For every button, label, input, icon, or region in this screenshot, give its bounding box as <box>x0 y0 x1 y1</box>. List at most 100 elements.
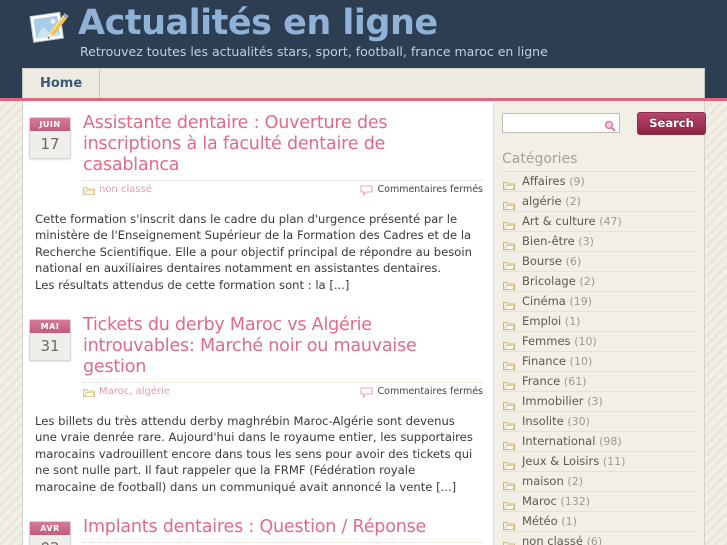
post-header: Assistante dentaire : Ouverture des insc… <box>83 113 483 202</box>
category-item[interactable]: Immobilier (3) <box>502 392 696 412</box>
category-count: (10) <box>569 355 593 368</box>
sidebar: Search Catégories Affaires (9) algérie (… <box>493 101 706 545</box>
post-category-link[interactable]: Maroc, algérie <box>83 386 170 398</box>
category-item[interactable]: Jeux & Loisirs (11) <box>502 452 696 472</box>
search-widget: Search <box>502 112 706 135</box>
folder-icon <box>503 397 516 410</box>
folder-icon <box>503 457 516 470</box>
post-comments-status: Commentaires fermés <box>359 184 484 197</box>
category-name: algérie <box>522 194 562 208</box>
post-date-day: 17 <box>40 135 60 153</box>
magnifier-icon <box>604 117 616 132</box>
folder-icon <box>83 186 96 195</box>
category-item[interactable]: Insolite (30) <box>502 412 696 432</box>
category-item[interactable]: non classé (6) <box>502 532 696 545</box>
post-category-label: non classé <box>99 184 152 195</box>
category-item[interactable]: algérie (2) <box>502 192 696 212</box>
category-name: Emploi <box>522 314 562 328</box>
category-count: (9) <box>569 175 585 188</box>
category-count: (2) <box>565 195 581 208</box>
category-item[interactable]: Bricolage (2) <box>502 272 696 292</box>
category-item[interactable]: maison (2) <box>502 472 696 492</box>
right-stripe-edge <box>704 101 727 545</box>
category-name: Maroc <box>522 494 557 508</box>
category-item[interactable]: Météo (1) <box>502 512 696 532</box>
folder-icon <box>503 277 516 290</box>
post-meta: Maroc, algérie Commentaires fermés <box>83 382 483 404</box>
category-item[interactable]: Affaires (9) <box>502 172 696 192</box>
post-comments-label: Commentaires fermés <box>377 184 484 195</box>
folder-icon <box>503 217 516 230</box>
post-comments-status: Commentaires fermés <box>359 386 483 399</box>
category-item[interactable]: International (98) <box>502 432 696 452</box>
category-count: (11) <box>602 455 626 468</box>
folder-icon <box>503 177 516 190</box>
category-count: (10) <box>574 335 597 348</box>
post-title-link[interactable]: Assistante dentaire : Ouverture des insc… <box>83 113 483 176</box>
post-date-month: MAI <box>30 320 70 334</box>
category-name: Affaires <box>522 174 566 188</box>
post-date-badge: MAI 31 <box>29 319 71 362</box>
category-item[interactable]: Bourse (6) <box>502 252 696 272</box>
post-article: JUIN 17 Assistante dentaire : Ouverture … <box>23 113 493 293</box>
post-article: AVR 02 Implants dentaires : Question / R… <box>23 517 493 545</box>
category-item[interactable]: Bien-être (3) <box>502 232 696 252</box>
search-input[interactable] <box>502 113 620 133</box>
post-date-month: AVR <box>30 522 70 536</box>
category-name: Immobilier <box>522 394 584 408</box>
category-item[interactable]: Art & culture (47) <box>502 212 696 232</box>
category-count: (30) <box>567 415 590 428</box>
category-count: (61) <box>563 375 587 388</box>
category-item[interactable]: Cinéma (19) <box>502 292 696 312</box>
nav-item-home[interactable]: Home <box>23 69 101 99</box>
category-item[interactable]: France (61) <box>502 372 696 392</box>
folder-icon <box>503 357 516 370</box>
post-date-badge: JUIN 17 <box>29 117 71 159</box>
folder-icon <box>503 257 516 270</box>
category-item[interactable]: Maroc (132) <box>502 492 696 512</box>
post-title-link[interactable]: Implants dentaires : Question / Réponse <box>83 517 483 538</box>
post-category-link[interactable]: non classé <box>83 184 152 195</box>
category-name: non classé <box>522 534 583 545</box>
site-header: Actualités en ligne Retrouvez toutes les… <box>0 0 727 68</box>
category-name: Finance <box>522 354 566 368</box>
page-body: JUIN 17 Assistante dentaire : Ouverture … <box>0 101 727 545</box>
post-date-month: JUIN <box>30 118 70 131</box>
category-item[interactable]: Femmes (10) <box>502 332 696 352</box>
category-name: Météo <box>522 514 558 528</box>
category-count: (98) <box>599 435 622 448</box>
folder-icon <box>503 197 516 210</box>
category-name: Femmes <box>522 334 571 348</box>
category-item[interactable]: Finance (10) <box>502 352 696 372</box>
post-divider <box>23 293 493 315</box>
folder-icon <box>503 517 516 530</box>
category-name: Cinéma <box>522 294 566 308</box>
folder-icon <box>503 437 516 450</box>
category-count: (2) <box>567 475 584 488</box>
category-name: International <box>522 434 596 448</box>
post-excerpt: Les billets du très attendu derby maghré… <box>35 414 473 494</box>
category-count: (1) <box>564 315 581 328</box>
folder-icon <box>503 337 516 350</box>
page-root: Actualités en ligne Retrouvez toutes les… <box>0 0 727 545</box>
post-meta: non classé Commentaires fermés <box>83 180 483 202</box>
post-header: Implants dentaires : Question / Réponse … <box>83 517 483 545</box>
site-title[interactable]: Actualités en ligne <box>78 2 438 44</box>
folder-icon <box>503 477 516 490</box>
category-count: (6) <box>565 255 582 268</box>
category-item[interactable]: Emploi (1) <box>502 312 696 332</box>
search-button[interactable]: Search <box>637 112 706 135</box>
category-count: (19) <box>569 295 593 308</box>
post-divider <box>23 495 493 517</box>
category-name: Bien-être <box>522 234 575 248</box>
folder-icon <box>503 237 516 250</box>
category-name: maison <box>522 474 564 488</box>
site-logo-icon[interactable] <box>27 9 71 49</box>
category-name: Bricolage <box>522 274 576 288</box>
category-name: Art & culture <box>522 214 596 228</box>
folder-icon <box>503 297 516 310</box>
post-date-badge: AVR 02 <box>29 521 71 545</box>
post-title-link[interactable]: Tickets du derby Maroc vs Algérie introu… <box>83 315 483 378</box>
folder-icon <box>503 497 516 510</box>
